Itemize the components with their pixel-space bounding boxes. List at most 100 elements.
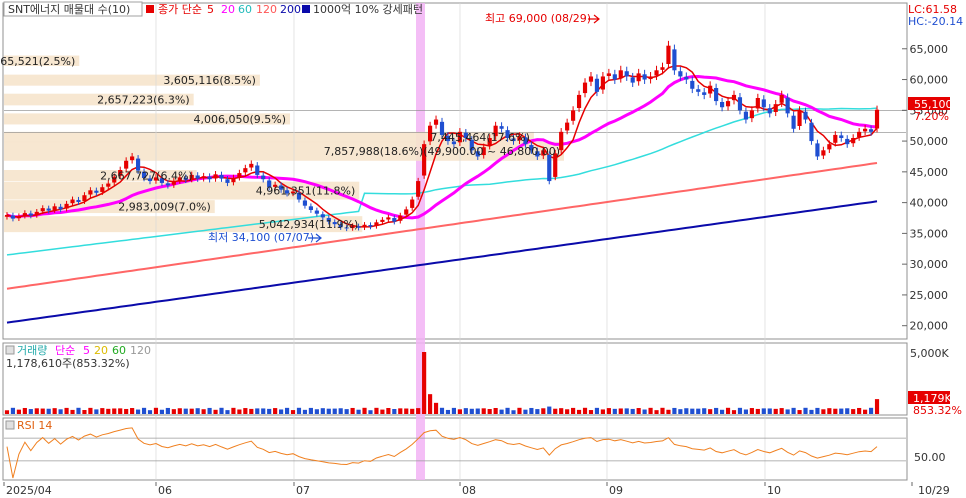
candle-body[interactable] xyxy=(827,144,832,150)
candle-body[interactable] xyxy=(612,74,617,80)
candle-body[interactable] xyxy=(249,163,254,168)
candle-body[interactable] xyxy=(302,200,308,206)
candle-body[interactable] xyxy=(308,206,313,210)
candle-body[interactable] xyxy=(225,179,230,183)
candle-body[interactable] xyxy=(874,109,880,129)
candle-body[interactable] xyxy=(785,97,790,114)
candle-body[interactable] xyxy=(58,206,63,210)
candle-body[interactable] xyxy=(547,154,552,182)
candle-body[interactable] xyxy=(46,208,51,211)
candle-body[interactable] xyxy=(571,110,576,121)
candle-body[interactable] xyxy=(410,199,415,208)
candle-body[interactable] xyxy=(255,165,260,175)
candle-body[interactable] xyxy=(4,214,10,217)
candle-body[interactable] xyxy=(165,183,170,186)
stock-chart[interactable]: 1,065,521(2.5%) 3,605,116(8.5%) 2,657,223(… xyxy=(0,0,966,498)
candle-body[interactable] xyxy=(374,222,379,226)
stock-name-label[interactable]: SNT에너지 매물대 수(10) xyxy=(8,3,130,16)
candle-body[interactable] xyxy=(714,88,719,102)
candle-body[interactable] xyxy=(433,119,439,125)
candle-body[interactable] xyxy=(773,104,778,112)
candle-body[interactable] xyxy=(857,131,862,138)
candle-body[interactable] xyxy=(743,111,749,120)
candle-body[interactable] xyxy=(380,219,385,222)
candle-body[interactable] xyxy=(672,49,677,71)
candle-body[interactable] xyxy=(684,76,689,80)
candle-body[interactable] xyxy=(320,214,325,218)
candle-body[interactable] xyxy=(678,71,683,77)
candle-body[interactable] xyxy=(606,73,611,76)
candle-body[interactable] xyxy=(725,101,731,107)
candle-body[interactable] xyxy=(797,110,802,126)
candle-body[interactable] xyxy=(10,215,16,219)
candle-body[interactable] xyxy=(660,67,665,70)
candle-body[interactable] xyxy=(201,176,206,179)
candle-body[interactable] xyxy=(636,73,641,82)
candle-body[interactable] xyxy=(195,175,200,179)
candle-body[interactable] xyxy=(648,76,653,80)
candle-body[interactable] xyxy=(594,78,600,92)
candle-body[interactable] xyxy=(100,187,105,192)
candle-body[interactable] xyxy=(70,199,75,204)
candle-body[interactable] xyxy=(88,190,93,195)
candle-body[interactable] xyxy=(219,174,224,179)
candle-body[interactable] xyxy=(600,76,605,90)
candle-body[interactable] xyxy=(499,126,504,129)
candle-body[interactable] xyxy=(94,190,99,193)
candle-body[interactable] xyxy=(124,160,129,169)
candle-body[interactable] xyxy=(52,206,57,210)
candle-body[interactable] xyxy=(28,213,33,216)
candle-body[interactable] xyxy=(702,92,707,95)
candle-body[interactable] xyxy=(386,217,391,220)
candle-body[interactable] xyxy=(696,89,701,92)
candle-body[interactable] xyxy=(64,203,69,209)
candle-body[interactable] xyxy=(213,174,218,179)
candle-body[interactable] xyxy=(76,199,81,202)
candle-body[interactable] xyxy=(851,138,856,144)
candle-body[interactable] xyxy=(761,99,766,108)
candle-body[interactable] xyxy=(749,110,754,119)
candle-body[interactable] xyxy=(22,213,27,216)
candle-body[interactable] xyxy=(398,215,403,221)
candle-body[interactable] xyxy=(791,115,796,129)
candle-body[interactable] xyxy=(106,183,111,187)
candle-body[interactable] xyxy=(243,168,248,173)
candle-body[interactable] xyxy=(833,134,838,143)
candle-body[interactable] xyxy=(565,122,570,131)
candle-body[interactable] xyxy=(755,98,760,109)
candle-body[interactable] xyxy=(845,138,850,145)
candle-body[interactable] xyxy=(863,128,868,132)
candle-body[interactable] xyxy=(416,181,421,197)
candle-body[interactable] xyxy=(34,211,39,215)
candle-body[interactable] xyxy=(815,143,820,157)
candle-body[interactable] xyxy=(803,111,808,120)
candle-body[interactable] xyxy=(779,94,784,103)
candle-body[interactable] xyxy=(737,97,743,111)
candle-body[interactable] xyxy=(392,218,397,222)
candle-body[interactable] xyxy=(690,80,695,89)
candle-body[interactable] xyxy=(624,71,629,77)
candle-body[interactable] xyxy=(582,82,588,94)
candle-body[interactable] xyxy=(404,209,409,215)
candle-body[interactable] xyxy=(731,94,737,101)
candle-body[interactable] xyxy=(630,77,635,83)
candle-body[interactable] xyxy=(708,85,713,94)
candle-body[interactable] xyxy=(16,216,21,219)
candle-body[interactable] xyxy=(654,70,659,76)
candle-body[interactable] xyxy=(362,224,367,228)
candle-body[interactable] xyxy=(618,70,623,79)
candle-body[interactable] xyxy=(821,150,826,156)
candle-body[interactable] xyxy=(82,195,87,201)
candle-body[interactable] xyxy=(231,178,236,183)
candle-body[interactable] xyxy=(642,74,647,80)
candle-body[interactable] xyxy=(767,108,772,114)
candle-body[interactable] xyxy=(809,122,814,142)
candle-body[interactable] xyxy=(839,135,844,138)
candle-body[interactable] xyxy=(237,173,242,178)
candle-body[interactable] xyxy=(576,94,582,108)
candle-body[interactable] xyxy=(314,210,319,214)
candle-body[interactable] xyxy=(261,175,266,180)
candle-body[interactable] xyxy=(719,102,725,108)
candle-body[interactable] xyxy=(368,225,373,227)
candle-body[interactable] xyxy=(588,76,594,82)
